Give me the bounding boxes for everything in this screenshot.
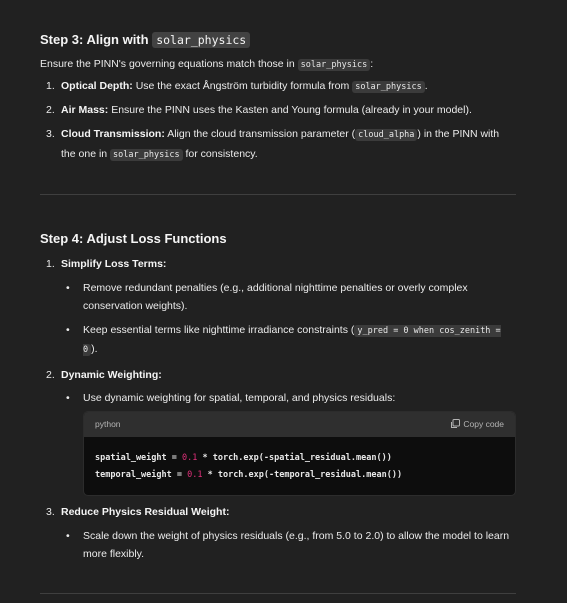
code-line: temporal_weight = 0.1 * torch.exp(-tempo… bbox=[95, 469, 403, 480]
bullet-item: • Remove redundant penalties (e.g., addi… bbox=[66, 282, 468, 313]
step3-heading: Step 3: Align with solar_physics bbox=[40, 30, 516, 50]
list-item: 2. Dynamic Weighting: • Use dynamic weig… bbox=[40, 367, 516, 496]
list-item: 2. Air Mass: Ensure the PINN uses the Ka… bbox=[46, 103, 472, 116]
code-block-header: python Copy code bbox=[84, 411, 515, 437]
step3-title-code: solar_physics bbox=[152, 32, 251, 48]
list-item: 3. Cloud Transmission: Align the cloud t… bbox=[46, 127, 500, 161]
step3-intro: Ensure the PINN's governing equations ma… bbox=[40, 58, 374, 71]
bullet-item: • Scale down the weight of physics resid… bbox=[66, 529, 510, 560]
code-language: python bbox=[95, 418, 121, 429]
code-block: python Copy code spatial_weight = 0.1 * … bbox=[83, 410, 516, 496]
bullet-item: • Keep essential terms like nighttime ir… bbox=[66, 324, 501, 357]
copy-icon bbox=[451, 419, 461, 429]
step3-title: Step 3: Align with bbox=[40, 32, 149, 47]
bullet-item: • Use dynamic weighting for spatial, tem… bbox=[66, 392, 396, 405]
inline-code: solar_physics bbox=[352, 81, 425, 94]
divider bbox=[40, 592, 516, 594]
list-item: 1. Optical Depth: Use the exact Ångström… bbox=[46, 80, 428, 94]
chat-response: Step 3: Align with solar_physics Ensure … bbox=[40, 30, 516, 594]
copy-code-button[interactable]: Copy code bbox=[450, 418, 504, 431]
list-item: 3. Reduce Physics Residual Weight: • Sca… bbox=[40, 504, 516, 563]
code-content: spatial_weight = 0.1 * torch.exp(-spatia… bbox=[84, 437, 515, 495]
divider bbox=[40, 193, 516, 195]
inline-code: solar_physics bbox=[110, 148, 183, 161]
code-line: spatial_weight = 0.1 * torch.exp(-spatia… bbox=[95, 452, 392, 463]
step4-heading: Step 4: Adjust Loss Functions bbox=[40, 230, 227, 246]
inline-code: solar_physics bbox=[297, 59, 371, 71]
inline-code: cloud_alpha bbox=[355, 128, 418, 141]
step4-list: 1. Simplify Loss Terms: • Remove redunda… bbox=[40, 256, 516, 563]
list-item: 1. Simplify Loss Terms: • Remove redunda… bbox=[40, 256, 516, 359]
step3-list: 1. Optical Depth: Use the exact Ångström… bbox=[40, 78, 516, 165]
